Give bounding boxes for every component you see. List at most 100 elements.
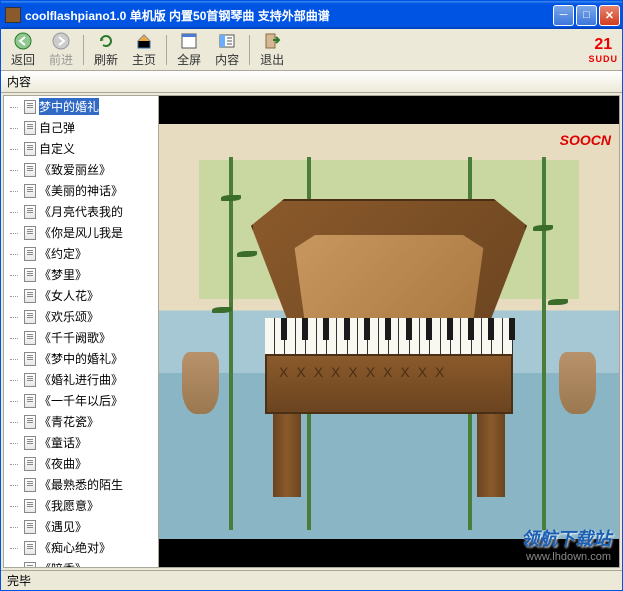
tree-item-label: 《致爱丽丝》 xyxy=(39,161,111,178)
tree-item-label: 《我愿意》 xyxy=(39,497,99,514)
tree-item[interactable]: 《最熟悉的陌生 xyxy=(4,474,158,495)
tree-item[interactable]: 《约定》 xyxy=(4,243,158,264)
tree-item[interactable]: 《欢乐颂》 xyxy=(4,306,158,327)
toolbar: 返回 前进 刷新 主页 全屏 内容 退出 21 xyxy=(1,29,622,71)
document-icon xyxy=(24,205,36,219)
tree-item[interactable]: 《千千阙歌》 xyxy=(4,327,158,348)
document-icon xyxy=(24,352,36,366)
tree-item-label: 《婚礼进行曲》 xyxy=(39,371,123,388)
tree-item-label: 《你是风儿我是 xyxy=(39,224,123,241)
document-icon xyxy=(24,562,36,568)
document-icon xyxy=(24,331,36,345)
window-title: coolflashpiano1.0 单机版 内置50首钢琴曲 支持外部曲谱 xyxy=(25,7,553,24)
tree-item[interactable]: 自定义 xyxy=(4,138,158,159)
content-header-label: 内容 xyxy=(7,73,31,90)
tree-item-label: 《一千年以后》 xyxy=(39,392,123,409)
tree-item[interactable]: 《夜曲》 xyxy=(4,453,158,474)
divider xyxy=(166,35,167,65)
brand-badge: 21 SUDU xyxy=(588,36,618,64)
forward-arrow-icon xyxy=(52,32,70,50)
tree-item[interactable]: 自己弹 xyxy=(4,117,158,138)
divider xyxy=(249,35,250,65)
document-icon xyxy=(24,499,36,513)
home-button[interactable]: 主页 xyxy=(126,30,162,70)
document-icon xyxy=(24,247,36,261)
close-button[interactable]: ✕ xyxy=(599,5,620,26)
document-icon xyxy=(24,184,36,198)
tree-item-label: 《欢乐颂》 xyxy=(39,308,99,325)
forward-button[interactable]: 前进 xyxy=(43,30,79,70)
fullscreen-button[interactable]: 全屏 xyxy=(171,30,207,70)
document-icon xyxy=(24,121,36,135)
tree-item-label: 《梦中的婚礼》 xyxy=(39,350,123,367)
tree-item[interactable]: 《我愿意》 xyxy=(4,495,158,516)
document-icon xyxy=(24,142,36,156)
tree-item[interactable]: 《美丽的神话》 xyxy=(4,180,158,201)
tree-item[interactable]: 《痴心绝对》 xyxy=(4,537,158,558)
tree-item[interactable]: 《童话》 xyxy=(4,432,158,453)
piano-illustration: SOOCN xyxy=(159,124,619,538)
statusbar: 完毕 xyxy=(1,570,622,590)
status-text: 完毕 xyxy=(7,572,31,589)
tree-item[interactable]: 《月亮代表我的 xyxy=(4,201,158,222)
document-icon xyxy=(24,394,36,408)
tree-item[interactable]: 《梦中的婚礼》 xyxy=(4,348,158,369)
exit-button[interactable]: 退出 xyxy=(254,30,290,70)
divider xyxy=(83,35,84,65)
tree-item-label: 《梦里》 xyxy=(39,266,87,283)
tree-item-label: 梦中的婚礼 xyxy=(39,98,99,115)
watermark-bottom-right: 领航下载站 www.lhdown.com xyxy=(521,525,611,563)
tree-item-label: 《千千阙歌》 xyxy=(39,329,111,346)
content-icon xyxy=(218,32,236,50)
watermark-top-right: SOOCN xyxy=(560,132,611,148)
tree-item-label: 《女人花》 xyxy=(39,287,99,304)
tree-item[interactable]: 《致爱丽丝》 xyxy=(4,159,158,180)
document-icon xyxy=(24,415,36,429)
content-button[interactable]: 内容 xyxy=(209,30,245,70)
tree-item[interactable]: 《青花瓷》 xyxy=(4,411,158,432)
main-area: 梦中的婚礼自己弹自定义《致爱丽丝》《美丽的神话》《月亮代表我的《你是风儿我是《约… xyxy=(3,95,620,568)
tree-item-label: 《遇见》 xyxy=(39,518,87,535)
tree-item[interactable]: 《暗香》 xyxy=(4,558,158,567)
app-icon xyxy=(5,7,21,23)
minimize-button[interactable]: ─ xyxy=(553,5,574,26)
tree-item-label: 《童话》 xyxy=(39,434,87,451)
tree-item[interactable]: 《你是风儿我是 xyxy=(4,222,158,243)
tree-item-label: 《美丽的神话》 xyxy=(39,182,123,199)
tree-item[interactable]: 《遇见》 xyxy=(4,516,158,537)
back-arrow-icon xyxy=(14,32,32,50)
content-header: 内容 xyxy=(1,71,622,93)
tree-item-label: 《青花瓷》 xyxy=(39,413,99,430)
document-icon xyxy=(24,226,36,240)
maximize-button[interactable]: □ xyxy=(576,5,597,26)
document-icon xyxy=(24,163,36,177)
tree-item-label: 《约定》 xyxy=(39,245,87,262)
document-icon xyxy=(24,373,36,387)
tree-item-label: 《夜曲》 xyxy=(39,455,87,472)
back-button[interactable]: 返回 xyxy=(5,30,41,70)
titlebar[interactable]: coolflashpiano1.0 单机版 内置50首钢琴曲 支持外部曲谱 ─ … xyxy=(1,1,622,29)
fullscreen-icon xyxy=(180,32,198,50)
tree-item[interactable]: 梦中的婚礼 xyxy=(4,96,158,117)
document-icon xyxy=(24,310,36,324)
tree-item[interactable]: 《一千年以后》 xyxy=(4,390,158,411)
document-icon xyxy=(24,100,36,114)
tree-item-label: 自己弹 xyxy=(39,119,75,136)
document-icon xyxy=(24,268,36,282)
song-tree[interactable]: 梦中的婚礼自己弹自定义《致爱丽丝》《美丽的神话》《月亮代表我的《你是风儿我是《约… xyxy=(4,96,159,567)
tree-item-label: 自定义 xyxy=(39,140,75,157)
flash-viewer[interactable]: SOOCN 领航下载站 www.lhdown.com xyxy=(159,96,619,567)
tree-item-label: 《痴心绝对》 xyxy=(39,539,111,556)
tree-item-label: 《月亮代表我的 xyxy=(39,203,123,220)
document-icon xyxy=(24,478,36,492)
refresh-button[interactable]: 刷新 xyxy=(88,30,124,70)
app-window: coolflashpiano1.0 单机版 内置50首钢琴曲 支持外部曲谱 ─ … xyxy=(0,0,623,591)
document-icon xyxy=(24,457,36,471)
tree-item[interactable]: 《女人花》 xyxy=(4,285,158,306)
tree-item[interactable]: 《梦里》 xyxy=(4,264,158,285)
tree-item[interactable]: 《婚礼进行曲》 xyxy=(4,369,158,390)
document-icon xyxy=(24,520,36,534)
exit-icon xyxy=(263,32,281,50)
refresh-icon xyxy=(97,32,115,50)
document-icon xyxy=(24,436,36,450)
